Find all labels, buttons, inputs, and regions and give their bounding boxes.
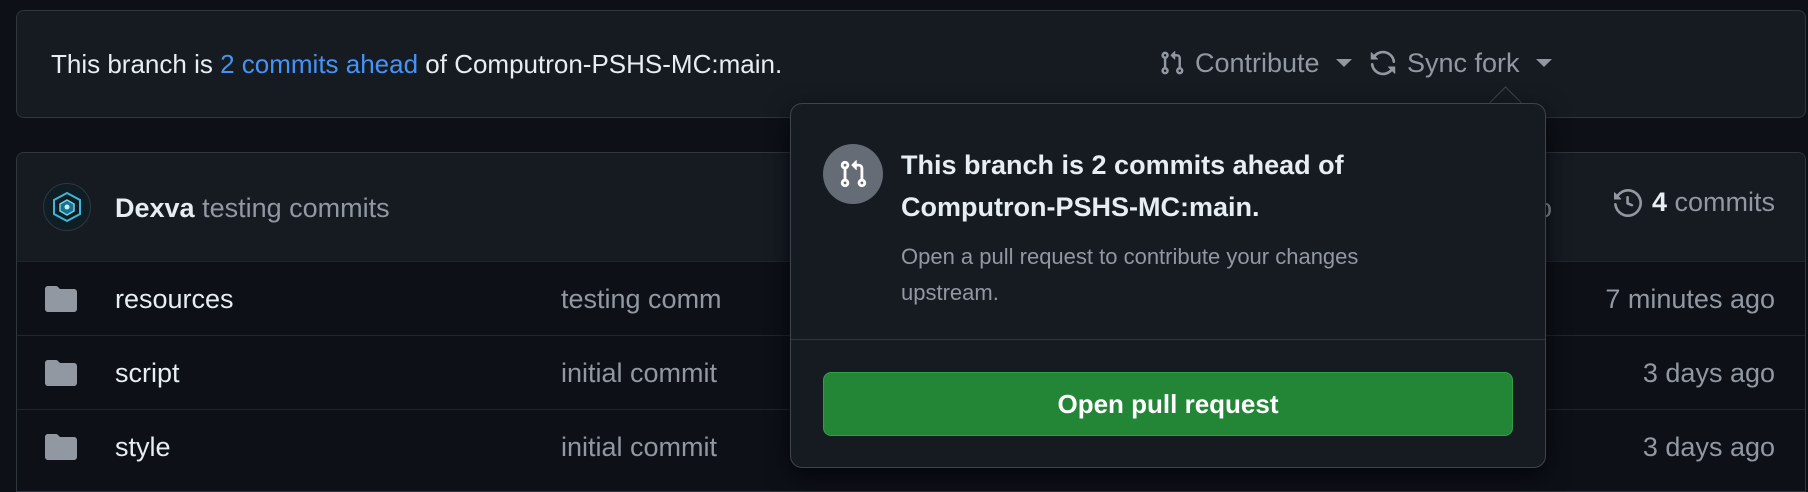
commits-label: commits	[1674, 187, 1776, 217]
file-commit-message[interactable]: testing comm	[561, 284, 722, 315]
popover-title: This branch is 2 commits ahead of Comput…	[901, 150, 1344, 222]
branch-status-text: This branch is 2 commits ahead of Comput…	[51, 49, 782, 80]
file-commit-message[interactable]: initial commit	[561, 358, 717, 389]
chevron-down-icon	[1535, 59, 1552, 67]
commit-author[interactable]: Dexva	[115, 193, 195, 223]
folder-icon	[45, 286, 77, 312]
file-commit-message[interactable]: initial commit	[561, 432, 717, 463]
git-pull-request-icon	[1161, 50, 1184, 75]
latest-commit-message[interactable]: Dexva testing commits	[115, 193, 390, 224]
open-pull-request-button[interactable]: Open pull request	[823, 372, 1513, 436]
file-name[interactable]: resources	[115, 284, 234, 315]
folder-icon	[45, 434, 77, 460]
commit-history-link[interactable]: 4 commits	[1613, 187, 1776, 218]
file-updated-time: 7 minutes ago	[1605, 284, 1775, 314]
avatar[interactable]	[43, 183, 91, 231]
branch-status-prefix: This branch is	[51, 49, 221, 79]
commits-ahead-link[interactable]: 2 commits ahead	[220, 49, 418, 79]
branch-status-banner: This branch is 2 commits ahead of Comput…	[16, 10, 1806, 118]
git-pull-request-icon	[823, 144, 883, 204]
folder-icon	[45, 360, 77, 386]
file-updated-time: 3 days ago	[1642, 432, 1775, 462]
commit-count: 4	[1651, 187, 1667, 217]
sync-fork-button[interactable]: Sync fork	[1369, 41, 1552, 85]
chevron-down-icon	[1335, 59, 1352, 67]
contribute-button[interactable]: Contribute	[1159, 41, 1352, 85]
branch-status-suffix: of Computron-PSHS-MC:main.	[418, 49, 783, 79]
file-name[interactable]: style	[115, 432, 171, 463]
contribute-label: Contribute	[1195, 47, 1320, 78]
file-name[interactable]: script	[115, 358, 180, 389]
popover-description: Open a pull request to contribute your c…	[901, 244, 1359, 305]
file-updated-time: 3 days ago	[1642, 358, 1775, 388]
history-icon	[1613, 188, 1642, 217]
contribute-popover: This branch is 2 commits ahead of Comput…	[790, 103, 1546, 468]
commit-message[interactable]: testing commits	[202, 193, 390, 223]
popover-divider	[791, 339, 1545, 340]
avatar-cube-icon	[53, 191, 81, 223]
sync-icon	[1370, 50, 1396, 76]
sync-fork-label: Sync fork	[1407, 47, 1520, 78]
